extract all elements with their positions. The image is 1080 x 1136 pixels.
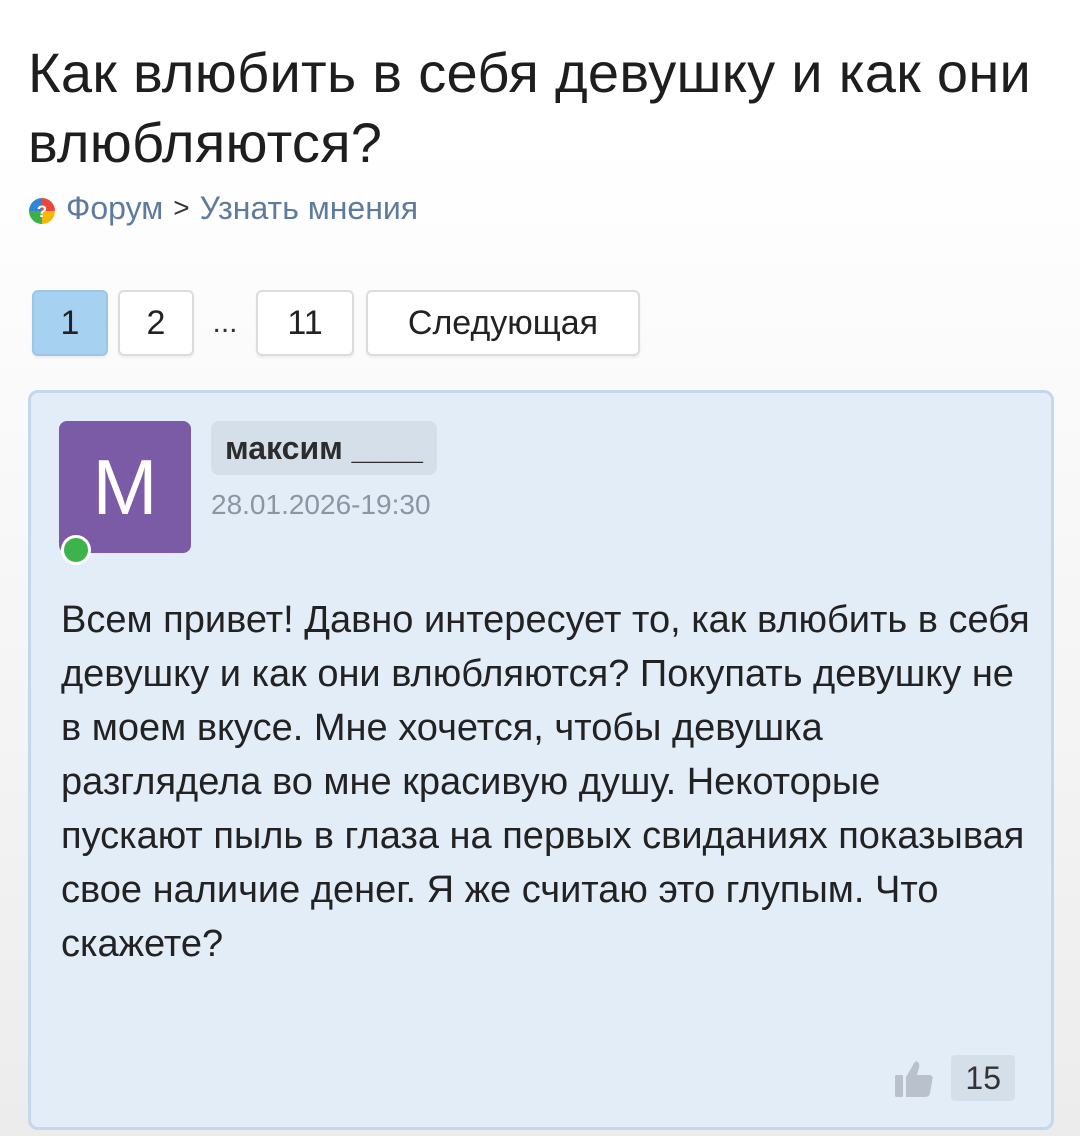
breadcrumb: ? Форум > Узнать мнения bbox=[28, 188, 418, 228]
like-count: 15 bbox=[951, 1055, 1015, 1101]
breadcrumb-forum-link[interactable]: Форум bbox=[66, 188, 163, 228]
post-datetime: 28.01.2026-19:30 bbox=[211, 489, 431, 520]
page-1-button[interactable]: 1 bbox=[32, 290, 108, 356]
pagination: 1 2 ... 11 Следующая bbox=[32, 290, 640, 356]
author-name[interactable]: максим ____ bbox=[211, 421, 437, 475]
breadcrumb-section-link[interactable]: Узнать мнения bbox=[200, 188, 419, 228]
breadcrumb-separator: > bbox=[173, 192, 190, 223]
page-2-button[interactable]: 2 bbox=[118, 290, 194, 356]
page: Как влюбить в себя девушку и как они влю… bbox=[0, 0, 1080, 1136]
post-card: М максим ____ 28.01.2026-19:30 Всем прив… bbox=[28, 390, 1054, 1130]
pagination-ellipsis: ... bbox=[212, 306, 238, 339]
svg-text:?: ? bbox=[37, 202, 47, 221]
avatar[interactable]: М bbox=[59, 421, 191, 553]
thumbs-up-icon[interactable] bbox=[893, 1057, 935, 1099]
post-text: Всем привет! Давно интересует то, как вл… bbox=[61, 599, 1030, 965]
forum-question-icon[interactable]: ? bbox=[28, 194, 56, 224]
page-11-button[interactable]: 11 bbox=[256, 290, 354, 356]
online-status-indicator bbox=[61, 535, 91, 565]
page-title: Как влюбить в себя девушку и как они влю… bbox=[28, 41, 1032, 174]
like-control: 15 bbox=[893, 1055, 1015, 1101]
next-page-button[interactable]: Следующая bbox=[366, 290, 640, 356]
